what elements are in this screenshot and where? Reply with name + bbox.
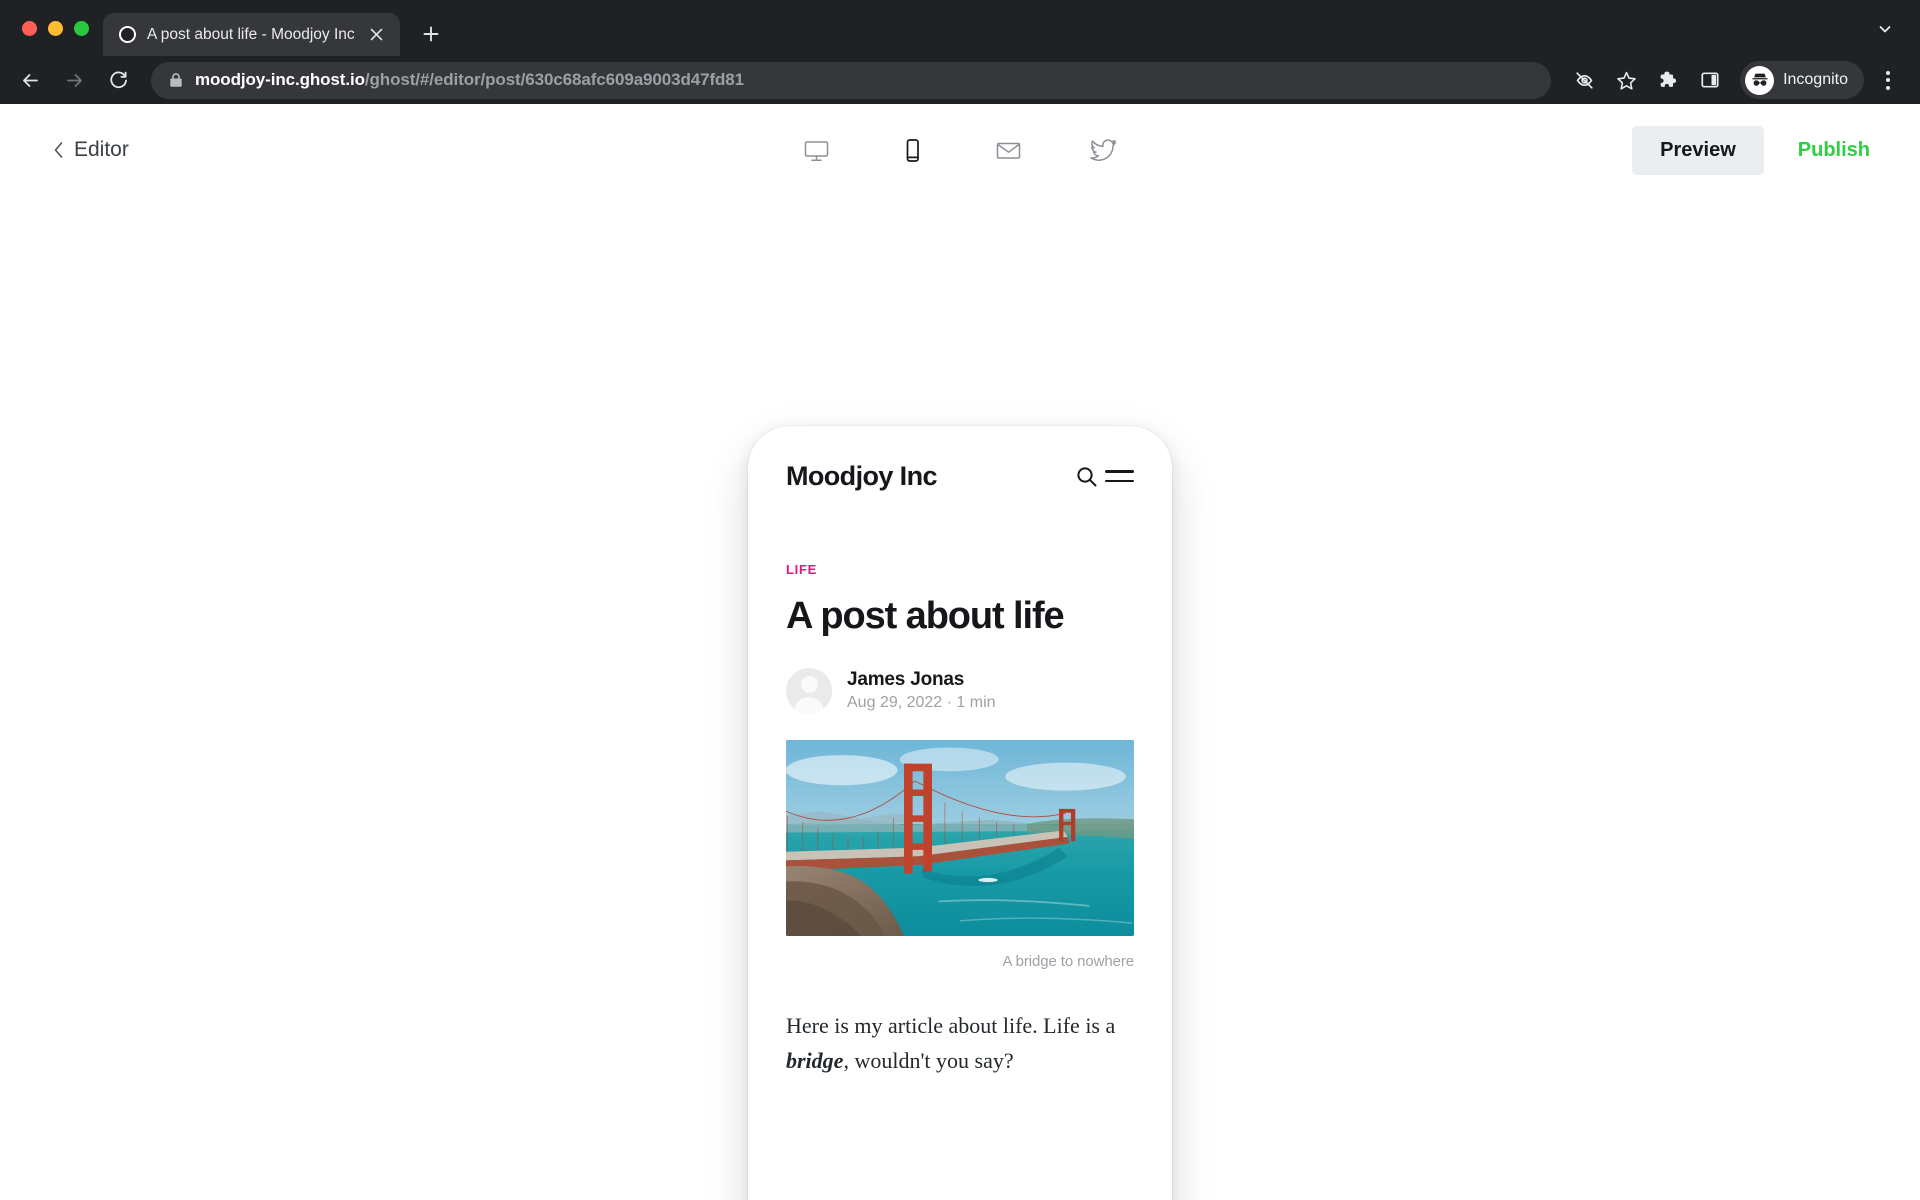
browser-tab[interactable]: A post about life - Moodjoy Inc xyxy=(103,13,400,56)
chevron-left-icon xyxy=(52,140,65,160)
toolbar-actions: Incognito xyxy=(1564,60,1906,100)
browser-chrome: A post about life - Moodjoy Inc moodjoy-… xyxy=(0,0,1920,104)
forward-button[interactable] xyxy=(54,60,94,100)
preview-button[interactable]: Preview xyxy=(1632,125,1764,175)
golden-gate-bridge-photo xyxy=(786,739,1134,936)
incognito-icon xyxy=(1745,65,1775,95)
profile-chip[interactable]: Incognito xyxy=(1740,61,1864,99)
post-title: A post about life xyxy=(786,595,1065,637)
editor-header-actions: Preview Publish xyxy=(1632,125,1876,175)
tab-title: A post about life - Moodjoy Inc xyxy=(147,25,355,43)
mobile-preview-frame: Moodjoy Inc LIFE A post about life James… xyxy=(748,426,1172,1200)
tab-strip: A post about life - Moodjoy Inc xyxy=(0,0,1920,56)
editor-header: Editor Preview Publish xyxy=(0,104,1920,196)
desktop-icon[interactable] xyxy=(799,133,833,167)
maximize-window-button[interactable] xyxy=(74,20,89,36)
post-body-lead: Here is my article about life. Life is a xyxy=(786,1012,1116,1038)
preview-mode-switcher xyxy=(799,133,1121,167)
publish-button[interactable]: Publish xyxy=(1792,126,1876,175)
back-link-label: Editor xyxy=(74,138,129,161)
site-title: Moodjoy Inc xyxy=(786,460,938,491)
hero-figure: A bridge to nowhere xyxy=(786,739,1134,970)
reload-button[interactable] xyxy=(98,60,138,100)
site-header-actions xyxy=(1075,465,1134,488)
puzzle-piece-icon[interactable] xyxy=(1648,60,1688,100)
back-button[interactable] xyxy=(10,60,50,100)
url-host: moodjoy-inc.ghost.io xyxy=(195,70,365,89)
search-icon[interactable] xyxy=(1075,465,1098,488)
site-header: Moodjoy Inc xyxy=(760,438,1160,514)
chevron-down-icon[interactable] xyxy=(1870,14,1900,44)
post-tag[interactable]: LIFE xyxy=(786,562,1134,577)
mobile-icon[interactable] xyxy=(895,133,929,167)
eye-slash-icon[interactable] xyxy=(1564,60,1604,100)
hero-caption: A bridge to nowhere xyxy=(1002,952,1134,970)
close-window-button[interactable] xyxy=(22,20,37,36)
url-path: /ghost/#/editor/post/630c68afc609a9003d4… xyxy=(364,70,745,89)
minimize-window-button[interactable] xyxy=(48,20,63,36)
preview-stage: Moodjoy Inc LIFE A post about life James… xyxy=(0,196,1920,1200)
back-to-editor-link[interactable]: Editor xyxy=(52,138,129,162)
post-meta: Aug 29, 2022 · 1 min xyxy=(847,694,996,712)
window-traffic-lights xyxy=(16,0,103,56)
kebab-menu-icon[interactable] xyxy=(1870,60,1906,100)
envelope-icon[interactable] xyxy=(991,133,1025,167)
post-article: LIFE A post about life James Jonas Aug 2… xyxy=(760,514,1160,1200)
hamburger-menu-icon[interactable] xyxy=(1105,470,1134,482)
new-tab-button[interactable] xyxy=(414,17,448,51)
side-panel-icon[interactable] xyxy=(1690,60,1730,100)
twitter-bird-icon[interactable] xyxy=(1087,133,1121,167)
mobile-preview-screen: Moodjoy Inc LIFE A post about life James… xyxy=(760,438,1160,1200)
post-body-emphasis: bridge xyxy=(786,1048,844,1074)
ghost-editor-app: Editor Preview Publish Moodjoy Inc LIFE … xyxy=(0,104,1920,1200)
byline-text: James Jonas Aug 29, 2022 · 1 min xyxy=(847,669,996,712)
author-avatar xyxy=(786,667,832,714)
address-bar[interactable]: moodjoy-inc.ghost.io/ghost/#/editor/post… xyxy=(151,61,1552,99)
post-byline: James Jonas Aug 29, 2022 · 1 min xyxy=(786,667,1134,714)
url-text: moodjoy-inc.ghost.io/ghost/#/editor/post… xyxy=(195,70,744,90)
profile-label: Incognito xyxy=(1783,71,1848,88)
author-name: James Jonas xyxy=(847,669,965,691)
post-body-tail: , wouldn't you say? xyxy=(843,1048,1014,1074)
close-icon[interactable] xyxy=(366,24,388,46)
star-icon[interactable] xyxy=(1606,60,1646,100)
hero-illustration xyxy=(786,739,1134,936)
browser-toolbar: moodjoy-inc.ghost.io/ghost/#/editor/post… xyxy=(0,56,1920,104)
lock-icon xyxy=(169,72,183,88)
ghost-circle-icon xyxy=(119,26,136,43)
post-body: Here is my article about life. Life is a… xyxy=(786,1008,1134,1079)
